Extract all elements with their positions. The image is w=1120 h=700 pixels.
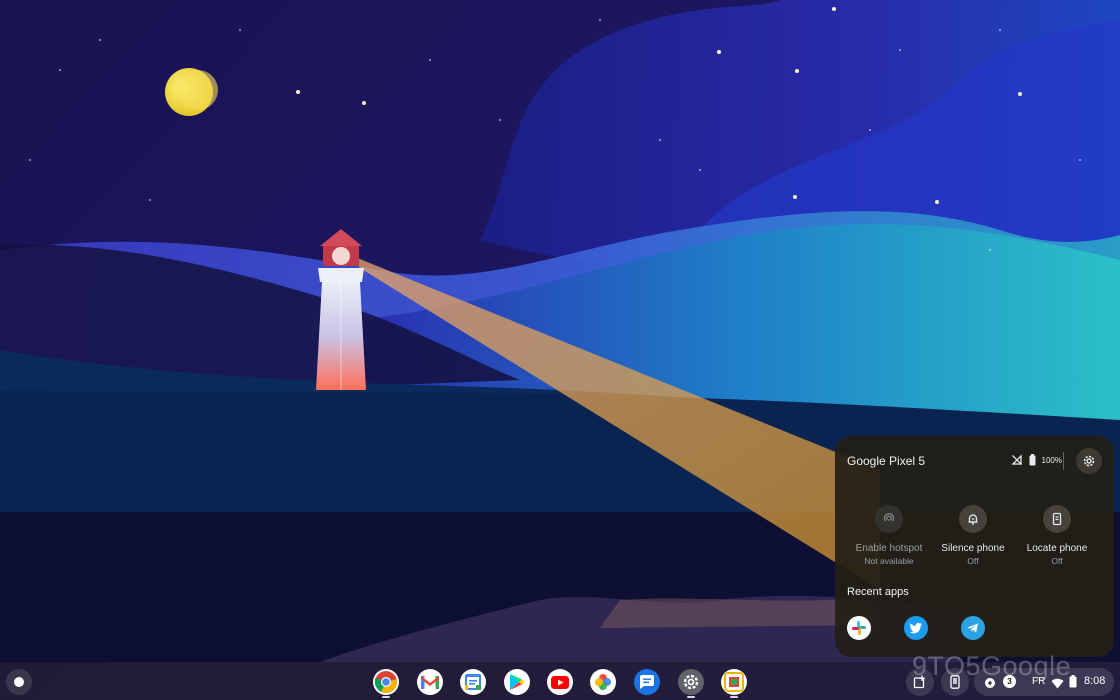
phone-settings-button[interactable] — [1076, 448, 1102, 474]
clock: 8:08 — [1084, 675, 1106, 687]
slides-app[interactable] — [721, 669, 747, 695]
gear-icon — [683, 674, 699, 690]
enable-hotspot-tile: Enable hotspot Not available — [841, 505, 937, 566]
phone-hub-panel: Google Pixel 5 100% Enable hotspot Not a… — [835, 436, 1114, 657]
running-indicator — [730, 696, 738, 698]
chrome-icon — [374, 671, 397, 693]
telegram-app-button[interactable] — [961, 616, 985, 640]
battery-icon — [1029, 454, 1036, 466]
messages-app[interactable] — [634, 669, 660, 695]
hotspot-icon — [883, 513, 895, 522]
play-store-app[interactable] — [504, 669, 530, 695]
tile-label: Enable hotspot — [855, 543, 923, 554]
slides-icon — [724, 672, 744, 692]
phone-status: 100% — [1010, 454, 1062, 466]
slack-icon — [852, 621, 866, 635]
bell-icon — [968, 514, 978, 525]
photos-app[interactable] — [590, 669, 616, 695]
tile-label: Locate phone — [1026, 543, 1088, 554]
tile-status: Off — [967, 556, 979, 566]
silence-phone-toggle[interactable] — [959, 505, 987, 533]
no-signal-icon — [1010, 454, 1023, 466]
calendar-app[interactable] — [460, 669, 486, 695]
running-indicator — [687, 696, 695, 698]
gear-icon — [1083, 455, 1095, 467]
twitter-app-button[interactable] — [904, 616, 928, 640]
recent-apps-heading: Recent apps — [847, 586, 909, 598]
tile-status: Off — [1051, 556, 1063, 566]
play-store-icon — [510, 674, 525, 690]
hotspot-toggle — [875, 505, 903, 533]
tile-status: Not available — [864, 556, 914, 566]
youtube-icon — [551, 675, 569, 689]
chrome-app[interactable] — [373, 669, 399, 695]
status-divider — [1063, 452, 1064, 470]
photos-icon — [595, 674, 611, 690]
tile-label: Silence phone — [941, 543, 1005, 554]
launcher-icon — [14, 677, 24, 687]
slack-app-button[interactable] — [847, 616, 871, 640]
gmail-app[interactable] — [417, 669, 443, 695]
gmail-icon — [421, 676, 439, 689]
telegram-icon — [967, 623, 978, 633]
settings-app[interactable] — [678, 669, 704, 695]
locate-phone-toggle[interactable] — [1043, 505, 1071, 533]
phone-name: Google Pixel 5 — [847, 454, 926, 468]
launcher-button[interactable] — [6, 669, 32, 695]
battery-percentage: 100% — [1041, 455, 1062, 465]
silence-phone-tile[interactable]: Silence phone Off — [925, 505, 1021, 566]
watermark: 9TO5Google — [912, 651, 1072, 681]
messages-icon — [640, 674, 654, 689]
locate-phone-icon — [1052, 512, 1062, 526]
running-indicator — [382, 696, 390, 698]
youtube-app[interactable] — [547, 669, 573, 695]
twitter-bird-icon — [909, 622, 922, 634]
calendar-icon — [465, 674, 481, 690]
locate-phone-tile[interactable]: Locate phone Off — [1009, 505, 1105, 566]
